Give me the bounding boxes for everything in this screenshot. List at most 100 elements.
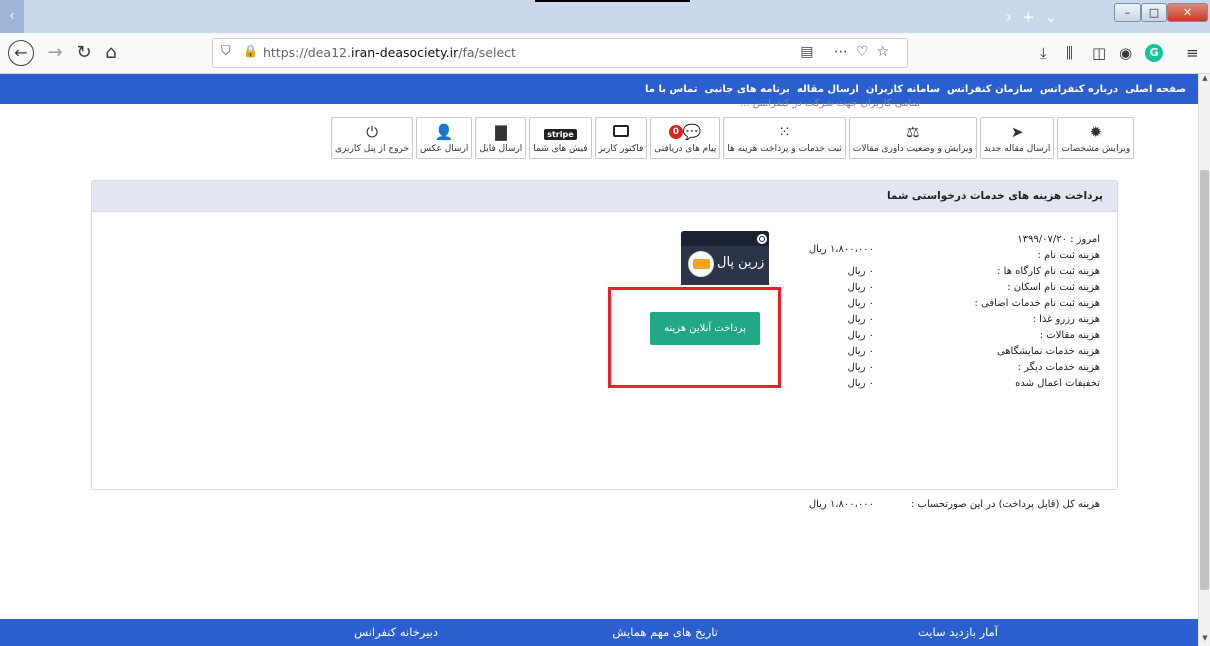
fee-value: ۰ ریال — [847, 378, 874, 389]
dashboard-button[interactable]: ⚖ ویرایش و وضعیت داوری مقالات — [848, 117, 977, 159]
dashboard-button[interactable]: ⁙ ثبت خدمات و پرداخت هزینه ها — [723, 117, 846, 159]
card-shape — [612, 124, 629, 137]
site-nav-item[interactable]: سازمان کنفرانس — [947, 84, 1033, 95]
scrollbar-thumb[interactable] — [1200, 170, 1209, 590]
fee-label: تخفیفات اعمال شده — [1015, 378, 1100, 389]
power-icon: ⏻ — [366, 122, 378, 141]
maximize-button[interactable]: □ — [1141, 3, 1167, 22]
online-payment-button[interactable]: پرداخت آنلاین هزینه — [650, 312, 760, 345]
dashboard-button-label: فیش های شما — [533, 143, 588, 154]
messages-icon: 0 💬 — [668, 122, 702, 141]
dashboard-button-label: فاکتور کاربر — [598, 143, 644, 154]
dashboard-button[interactable]: فاکتور کاربر — [594, 117, 648, 159]
tab-scroll-left-icon[interactable]: ‹ — [0, 0, 24, 33]
radio-selected-dot — [760, 237, 764, 241]
fee-value: ۰ ریال — [847, 362, 874, 373]
account-icon[interactable]: ◉ — [1119, 43, 1132, 63]
dashboard-button-label: ارسال مقاله جدید — [983, 143, 1051, 154]
minimize-button[interactable]: – — [1114, 3, 1141, 22]
fee-value: ۰ ریال — [847, 330, 874, 341]
fee-value: ۰ ریال — [847, 266, 874, 277]
site-nav-item[interactable]: درباره کنفرانس — [1040, 84, 1118, 95]
partially-hidden-notice: تمامی کاربران جهت شرکت در کنفرانس ... — [740, 98, 921, 109]
reader-mode-icon[interactable]: ▤ — [800, 44, 821, 60]
fee-label: هزینه رزرو غذا : — [1032, 314, 1100, 325]
gateway-radio-button[interactable] — [757, 234, 767, 244]
messages-glyph: 💬 — [682, 122, 702, 141]
pocket-icon[interactable]: ♡ — [856, 44, 877, 60]
home-icon[interactable]: ⌂ — [100, 42, 122, 64]
downloads-icon[interactable]: ⤓ — [1040, 43, 1047, 63]
site-footer: آمار بازدید سایت تاریخ های مهم همایش دبی… — [0, 619, 1198, 646]
fee-label: هزینه ثبت نام : — [1037, 250, 1101, 261]
dashboard-button-label: ثبت خدمات و پرداخت هزینه ها — [727, 143, 842, 154]
fee-value: ۱،۸۰۰،۰۰۰ ریال — [808, 244, 874, 255]
fee-value: ۰ ریال — [847, 298, 874, 309]
dashboard-button[interactable]: stripe فیش های شما — [529, 117, 592, 159]
address-bar[interactable]: ⛉ 🔒 https://dea12.iran-deasociety.ir/fa/… — [212, 38, 908, 68]
footer-secretariat: دبیرخانه کنفرانس — [354, 625, 438, 639]
page-actions-icon[interactable]: ⋯ — [834, 44, 856, 60]
scroll-up-arrow-icon[interactable]: ▲ — [1199, 74, 1210, 86]
fee-label: هزینه ثبت نام کارگاه ها : — [997, 266, 1100, 277]
page-viewport: صفحه اصلی درباره کنفرانس سازمان کنفرانس سام… — [0, 74, 1198, 646]
tab-controls[interactable]: ›+⌄ — [1006, 8, 1067, 26]
fee-value: ۰ ریال — [847, 282, 874, 293]
lock-icon[interactable]: 🔒 — [243, 44, 258, 58]
dashboard-button[interactable]: ➤ ارسال مقاله جدید — [979, 117, 1055, 159]
dashboard-button[interactable]: ⏻ خروج از پنل کاربری — [331, 117, 414, 159]
dashboard-button[interactable]: 👤 ارسال عکس — [416, 117, 473, 159]
zarinpal-logo-icon — [688, 251, 714, 277]
back-icon[interactable]: ← — [8, 40, 34, 66]
stripe-logo: stripe — [544, 128, 577, 140]
active-tab-indicator[interactable] — [535, 0, 690, 2]
dashboard-button-label: ویرایش و وضعیت داوری مقالات — [852, 143, 973, 154]
scroll-down-arrow-icon[interactable]: ▼ — [1199, 634, 1210, 646]
message-count-badge: 0 — [668, 124, 683, 139]
fee-value: ۰ ریال — [847, 346, 874, 357]
panel-header: پرداخت هزینه های خدمات درخواستی شما — [92, 181, 1117, 212]
dashboard-button[interactable]: ▇ ارسال فایل — [475, 117, 527, 159]
close-window-button[interactable]: ✕ — [1167, 3, 1208, 22]
library-icon[interactable]: ⫼ — [1066, 43, 1073, 63]
fee-label: هزینه خدمات نمایشگاهی — [996, 346, 1100, 357]
fee-label: هزینه خدمات دیگر : — [1017, 362, 1100, 373]
fee-label: هزینه مقالات : — [1039, 330, 1100, 341]
payment-panel: پرداخت هزینه های خدمات درخواستی شما امرو… — [91, 180, 1118, 510]
dashboard-button-label: ارسال فایل — [479, 143, 523, 154]
user-icon: 👤 — [434, 122, 454, 141]
dashboard-button-label: ویرایش مشخصات — [1061, 143, 1131, 154]
hamburger-menu-icon[interactable]: ≡ — [1186, 43, 1199, 63]
vertical-scrollbar[interactable]: ▲ ▼ — [1198, 74, 1210, 646]
site-nav-item[interactable]: تماس با ما — [645, 84, 697, 95]
url-actions[interactable]: ▤ ⋯♡☆ — [800, 44, 897, 60]
fee-label: هزینه ثبت نام اسکان : — [1007, 282, 1100, 293]
site-nav-item[interactable]: صفحه اصلی — [1125, 84, 1186, 95]
forward-icon[interactable]: → — [44, 42, 66, 64]
total-value: ۱،۸۰۰،۰۰۰ ریال — [808, 499, 874, 510]
site-nav-item[interactable]: سامانه کاربران — [866, 84, 940, 95]
site-nav-item[interactable]: برنامه های جانبی — [704, 84, 789, 95]
grammarly-extension-icon[interactable]: G — [1145, 44, 1163, 62]
browser-toolbar: ← → ↻ ⌂ ⛉ 🔒 https://dea12.iran-deasociet… — [0, 33, 1210, 74]
dashboard-button[interactable]: ✹ ویرایش مشخصات — [1057, 117, 1135, 159]
site-navigation: صفحه اصلی درباره کنفرانس سازمان کنفرانس سام… — [0, 74, 1198, 104]
gateway-card-header — [681, 231, 769, 246]
dashboard-button[interactable]: 0 💬 پیام های دریافتی — [650, 117, 721, 159]
site-nav-item[interactable]: ارسال مقاله — [797, 84, 859, 95]
user-dashboard: ✹ ویرایش مشخصات ➤ ارسال مقاله جدید ⚖ ویرایش و… — [331, 117, 1135, 159]
url-prefix: https://dea12. — [263, 45, 351, 60]
zarinpal-gateway-option[interactable]: زرین پال — [681, 231, 769, 285]
sidebar-icon[interactable]: ◫ — [1092, 43, 1106, 63]
url-text[interactable]: https://dea12.iran-deasociety.ir/fa/sele… — [263, 45, 516, 60]
fee-value: ۰ ریال — [847, 314, 874, 325]
bookmark-star-icon[interactable]: ☆ — [876, 44, 897, 60]
spinner-icon: ⁙ — [778, 122, 791, 141]
dashboard-button-label: پیام های دریافتی — [654, 143, 717, 154]
paper-plane-icon: ➤ — [1010, 122, 1024, 141]
shield-icon[interactable]: ⛉ — [221, 44, 231, 59]
reload-icon[interactable]: ↻ — [73, 42, 95, 64]
browser-title-bar: ‹ ›+⌄ – □ ✕ — [0, 0, 1210, 33]
fee-label: هزینه ثبت نام خدمات اضافی : — [974, 298, 1100, 309]
gateway-name: زرین پال — [717, 255, 765, 270]
